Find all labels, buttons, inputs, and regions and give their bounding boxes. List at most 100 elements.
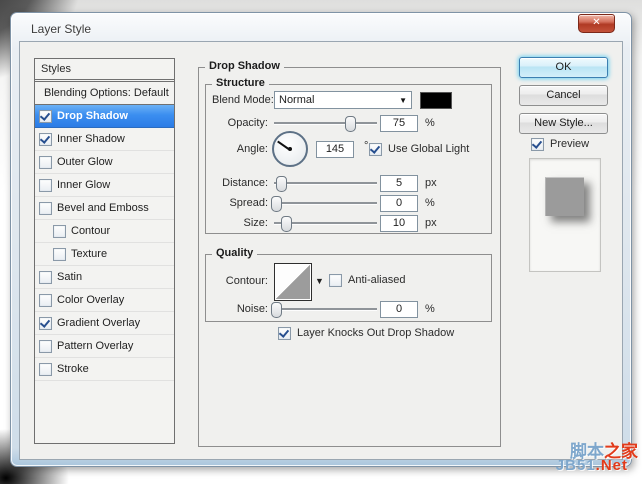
distance-input[interactable]: 5 [380, 175, 418, 192]
chevron-down-icon: ▼ [399, 96, 407, 105]
opacity-label: Opacity: [212, 117, 268, 129]
contour-arrow-icon[interactable]: ▼ [315, 276, 324, 286]
spread-slider-thumb[interactable] [271, 196, 282, 212]
checkbox-icon[interactable] [53, 225, 66, 238]
dialog-content: Styles Blending Options: Default Drop Sha… [19, 41, 623, 460]
sidebar-item-pattern-overlay[interactable]: Pattern Overlay [35, 335, 174, 358]
size-label: Size: [212, 217, 268, 229]
sidebar-item-label: Texture [71, 248, 107, 260]
angle-dial[interactable] [272, 131, 308, 167]
noise-slider[interactable] [274, 302, 377, 316]
drop-shadow-group-title: Drop Shadow [205, 60, 284, 72]
sidebar-item-satin[interactable]: Satin [35, 266, 174, 289]
distance-row: Distance: 5 px [212, 174, 485, 192]
sidebar-item-label: Outer Glow [57, 156, 113, 168]
opacity-unit: % [425, 117, 435, 129]
angle-input[interactable]: 145 [316, 141, 354, 158]
sidebar-item-label: Blending Options: Default [44, 87, 169, 99]
angle-label: Angle: [212, 143, 268, 155]
checkbox-icon[interactable] [39, 179, 52, 192]
sidebar-item-stroke[interactable]: Stroke [35, 358, 174, 381]
sidebar-item-label: Drop Shadow [57, 110, 128, 122]
sidebar-item-inner-glow[interactable]: Inner Glow [35, 174, 174, 197]
sidebar-item-color-overlay[interactable]: Color Overlay [35, 289, 174, 312]
shadow-color-swatch[interactable] [420, 92, 452, 109]
size-unit: px [425, 217, 437, 229]
checkbox-icon[interactable] [39, 340, 52, 353]
sidebar-item-inner-shadow[interactable]: Inner Shadow [35, 128, 174, 151]
sidebar-item-label: Gradient Overlay [57, 317, 140, 329]
use-global-light-checkbox[interactable] [369, 143, 382, 156]
spread-slider[interactable] [274, 196, 377, 210]
blend-mode-value: Normal [279, 94, 399, 106]
noise-label: Noise: [212, 303, 268, 315]
sidebar-item-bevel-and-emboss[interactable]: Bevel and Emboss [35, 197, 174, 220]
anti-aliased-checkbox[interactable] [329, 274, 342, 287]
angle-dial-center [288, 147, 292, 151]
dialog-title: Layer Style [31, 22, 91, 36]
preview-shadow-sample [545, 177, 584, 216]
distance-slider[interactable] [274, 176, 377, 190]
opacity-slider-thumb[interactable] [345, 116, 356, 132]
size-row: Size: 10 px [212, 214, 485, 232]
angle-unit: ° [364, 140, 368, 152]
preview-thumbnail [529, 158, 601, 272]
noise-unit: % [425, 303, 435, 315]
noise-input[interactable]: 0 [380, 301, 418, 318]
sidebar-item-label: Inner Shadow [57, 133, 125, 145]
spread-row: Spread: 0 % [212, 194, 485, 212]
checkbox-icon[interactable] [39, 156, 52, 169]
checkbox-icon[interactable] [39, 110, 52, 123]
opacity-input[interactable]: 75 [380, 115, 418, 132]
structure-group: Structure Blend Mode: Normal ▼ Opacity: … [205, 84, 492, 234]
layer-knockout-checkbox[interactable] [278, 327, 291, 340]
sidebar-item-gradient-overlay[interactable]: Gradient Overlay [35, 312, 174, 335]
cancel-button[interactable]: Cancel [519, 85, 608, 106]
styles-list: Styles Blending Options: Default Drop Sha… [34, 58, 175, 444]
noise-slider-thumb[interactable] [271, 302, 282, 318]
sidebar-item-outer-glow[interactable]: Outer Glow [35, 151, 174, 174]
checkbox-icon[interactable] [39, 202, 52, 215]
noise-row: Noise: 0 % [212, 300, 485, 318]
blend-mode-row: Blend Mode: Normal ▼ [212, 91, 485, 109]
preview-checkbox[interactable] [531, 138, 544, 151]
size-input[interactable]: 10 [380, 215, 418, 232]
distance-label: Distance: [212, 177, 268, 189]
quality-group: Quality Contour: ▼ Anti-aliased Noise: 0… [205, 254, 492, 322]
titlebar[interactable]: Layer Style ✕ [11, 13, 631, 41]
checkbox-icon[interactable] [39, 317, 52, 330]
checkbox-icon[interactable] [39, 133, 52, 146]
sidebar-item-contour[interactable]: Contour [35, 220, 174, 243]
styles-list-items: Blending Options: Default Drop Shadow Inne… [35, 82, 174, 381]
blend-mode-select[interactable]: Normal ▼ [274, 91, 412, 109]
checkbox-icon[interactable] [39, 363, 52, 376]
structure-group-title: Structure [212, 77, 269, 89]
blend-mode-label: Blend Mode: [212, 94, 268, 106]
checkbox-icon[interactable] [39, 271, 52, 284]
spread-input[interactable]: 0 [380, 195, 418, 212]
close-icon[interactable]: ✕ [578, 14, 615, 33]
preview-label: Preview [550, 138, 589, 150]
contour-picker[interactable] [274, 263, 312, 301]
size-slider-thumb[interactable] [281, 216, 292, 232]
anti-aliased-label: Anti-aliased [348, 274, 405, 286]
new-style-button[interactable]: New Style... [519, 113, 608, 134]
sidebar-item-drop-shadow[interactable]: Drop Shadow [35, 105, 174, 128]
sidebar-item-texture[interactable]: Texture [35, 243, 174, 266]
use-global-light-label: Use Global Light [388, 143, 469, 155]
distance-slider-thumb[interactable] [276, 176, 287, 192]
spread-label: Spread: [212, 197, 268, 209]
sidebar-item-label: Satin [57, 271, 82, 283]
size-slider[interactable] [274, 216, 377, 230]
sidebar-item-label: Bevel and Emboss [57, 202, 149, 214]
sidebar-item-label: Inner Glow [57, 179, 110, 191]
sidebar-item-label: Pattern Overlay [57, 340, 133, 352]
ok-button[interactable]: OK [519, 57, 608, 78]
styles-list-header: Styles [35, 59, 174, 82]
opacity-slider[interactable] [274, 116, 377, 130]
checkbox-icon[interactable] [53, 248, 66, 261]
sidebar-item-blending-options-default[interactable]: Blending Options: Default [35, 82, 174, 105]
spread-unit: % [425, 197, 435, 209]
watermark-site-url: JB51.Net [556, 457, 628, 474]
checkbox-icon[interactable] [39, 294, 52, 307]
